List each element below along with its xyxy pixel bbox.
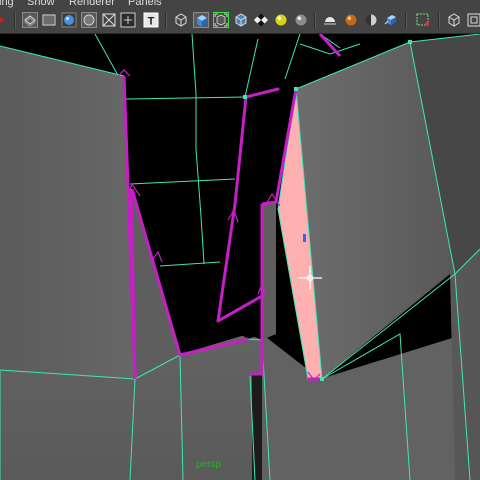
isolate-select-icon[interactable] <box>213 12 229 28</box>
toolbar-separator <box>314 13 315 28</box>
menu-item-show[interactable]: Show <box>27 0 55 9</box>
menu-item-panels[interactable]: Panels <box>128 0 162 9</box>
lighting-sphere-icon[interactable] <box>293 12 309 28</box>
viewport-scene <box>0 34 480 480</box>
toolbar-separator <box>405 13 406 28</box>
cube-view-icon[interactable] <box>446 12 462 28</box>
camera-name-label: persp <box>196 459 222 470</box>
shadows-icon[interactable] <box>322 12 338 28</box>
panel-layout-icon[interactable] <box>466 12 480 28</box>
resolution-gate-icon[interactable] <box>81 12 97 28</box>
viewport-persp[interactable]: persp <box>0 34 480 480</box>
smooth-shade-cube-icon[interactable] <box>193 12 209 28</box>
left-wall <box>0 34 135 379</box>
panel-toolbar: T <box>0 9 480 34</box>
render-cube-icon[interactable] <box>383 12 399 28</box>
center-fin <box>262 202 276 340</box>
svg-text:T: T <box>148 16 155 28</box>
text-t-icon[interactable]: T <box>143 12 159 28</box>
material-sphere-icon[interactable] <box>343 12 359 28</box>
sphere-shading-icon[interactable] <box>61 12 77 28</box>
film-gate-icon[interactable] <box>41 12 57 28</box>
texture-icon[interactable] <box>120 12 136 28</box>
menu-bar: ing Show Renderer Panels <box>0 0 480 9</box>
toolbar-separator <box>438 13 439 28</box>
menu-item-renderer[interactable]: Renderer <box>69 0 115 9</box>
xray-select-icon[interactable] <box>415 12 431 28</box>
default-light-icon[interactable] <box>273 12 289 28</box>
selected-vertex[interactable] <box>303 234 306 242</box>
toolbar-separator <box>14 13 15 28</box>
half-sphere-icon[interactable] <box>363 12 379 28</box>
bounding-box-cube-icon[interactable] <box>233 12 249 28</box>
safe-area-icon[interactable] <box>101 12 117 28</box>
toolbar-separator <box>165 13 166 28</box>
wireframe-cube-icon[interactable] <box>173 12 189 28</box>
gap-shadow <box>252 374 262 480</box>
wireframe-on-shaded-icon[interactable] <box>22 12 38 28</box>
menu-item-lighting[interactable]: ing <box>0 0 14 9</box>
checker-texture-icon[interactable] <box>253 12 269 28</box>
keyframe-icon[interactable] <box>0 12 8 28</box>
